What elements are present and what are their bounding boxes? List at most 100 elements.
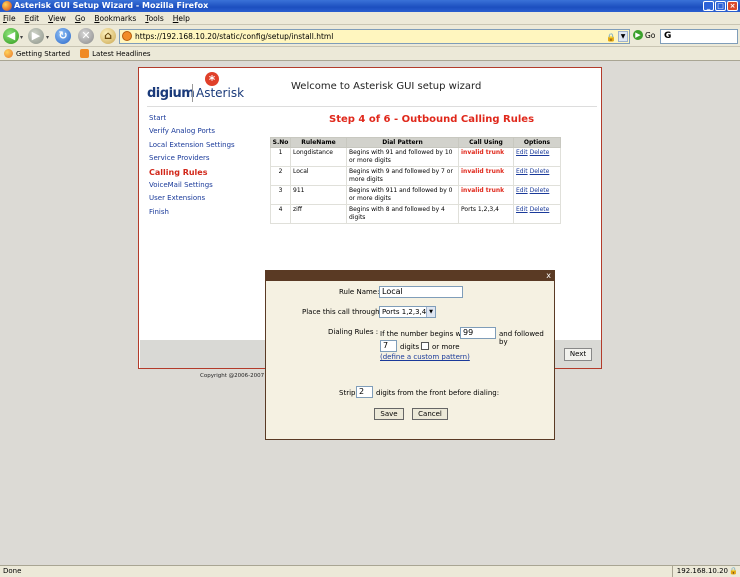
menu-help[interactable]: Help	[173, 14, 190, 23]
chevron-down-icon: ▼	[426, 307, 435, 317]
strip-digits-input[interactable]: 2	[356, 386, 373, 398]
forward-dropdown-icon[interactable]: ▾	[46, 34, 49, 41]
home-icon[interactable]: ⌂	[100, 28, 116, 44]
cell-rule-name: Longdistance	[290, 147, 347, 167]
navigation-toolbar: ◀ ▾ ▶ ▾ ↻ ✕ ⌂ https://192.168.10.20/stat…	[0, 25, 740, 47]
define-custom-pattern-link[interactable]: (define a custom pattern)	[380, 353, 470, 361]
reload-icon[interactable]: ↻	[55, 28, 71, 44]
cancel-button[interactable]: Cancel	[412, 408, 448, 420]
cell-call-using: invalid trunk	[458, 166, 514, 186]
table-row: 3 911 Begins with 911 and followed by 0 …	[270, 185, 561, 205]
cell-dial-pattern: Begins with 9 and followed by 7 or more …	[346, 166, 459, 186]
logo-separator	[192, 84, 193, 102]
rss-feed-icon	[80, 49, 90, 58]
search-input[interactable]: G	[660, 29, 738, 44]
menu-tools[interactable]: Tools	[145, 14, 163, 23]
url-text: https://192.168.10.20/static/config/setu…	[135, 32, 334, 41]
column-header: Dial Pattern	[346, 137, 459, 148]
header-divider	[147, 106, 597, 107]
cell-call-using: invalid trunk	[458, 185, 514, 205]
step-calling-rules[interactable]: Calling Rules	[149, 168, 269, 181]
go-arrow-icon: ▶	[633, 30, 643, 40]
window-title: Asterisk GUI Setup Wizard - Mozilla Fire…	[14, 1, 209, 10]
cell-call-using: invalid trunk	[458, 147, 514, 167]
bookmarks-toolbar: Getting Started Latest Headlines	[0, 47, 740, 61]
menu-edit[interactable]: Edit	[25, 14, 40, 23]
cell-options: Edit Delete	[513, 185, 561, 205]
bookmark-getting-started[interactable]: Getting Started	[4, 49, 70, 58]
dialog-close-button[interactable]: x	[546, 271, 551, 281]
logo-asterisk-text: Asterisk	[196, 86, 245, 100]
step-local-extension-settings[interactable]: Local Extension Settings	[149, 141, 269, 154]
digits-text: digits	[400, 343, 420, 351]
edit-link[interactable]: Edit	[516, 149, 528, 156]
digits-count-input[interactable]: 7	[380, 340, 397, 352]
edit-link[interactable]: Edit	[516, 168, 528, 175]
begins-with-input[interactable]: 99	[460, 327, 496, 339]
delete-link[interactable]: Delete	[530, 187, 550, 194]
dialing-rules-label: Dialing Rules :	[328, 328, 379, 336]
or-more-checkbox[interactable]	[421, 342, 429, 350]
cell-options: Edit Delete	[513, 147, 561, 167]
cell-dial-pattern: Begins with 8 and followed by 4 digits	[346, 204, 459, 224]
cell-sno: 2	[270, 166, 291, 186]
cell-options: Edit Delete	[513, 204, 561, 224]
place-call-select[interactable]: Ports 1,2,3,4 ▼	[379, 306, 436, 318]
cell-options: Edit Delete	[513, 166, 561, 186]
firefox-icon	[2, 1, 12, 11]
rule-name-input[interactable]: Local	[379, 286, 463, 298]
step-title: Step 4 of 6 - Outbound Calling Rules	[329, 114, 535, 125]
menu-go[interactable]: Go	[75, 14, 85, 23]
menu-view[interactable]: View	[48, 14, 66, 23]
step-service-providers[interactable]: Service Providers	[149, 154, 269, 167]
cell-dial-pattern: Begins with 911 and followed by 0 or mor…	[346, 185, 459, 205]
next-button[interactable]: Next	[564, 348, 592, 361]
url-bar[interactable]: https://192.168.10.20/static/config/setu…	[119, 29, 630, 44]
window-titlebar: Asterisk GUI Setup Wizard - Mozilla Fire…	[0, 0, 740, 12]
strip-text: digits from the front before dialing:	[376, 389, 500, 397]
stop-icon[interactable]: ✕	[78, 28, 94, 44]
menu-bookmarks[interactable]: Bookmarks	[94, 14, 136, 23]
step-start[interactable]: Start	[149, 114, 269, 127]
back-dropdown-icon[interactable]: ▾	[20, 34, 23, 41]
edit-link[interactable]: Edit	[516, 206, 528, 213]
column-header: Call Using	[458, 137, 514, 148]
url-dropdown-icon[interactable]: ▼	[618, 31, 628, 42]
status-host: 192.168.10.20	[671, 566, 728, 577]
maximize-button[interactable]: □	[715, 1, 726, 11]
begins-with-text: If the number begins with	[380, 330, 471, 338]
table-row: 1 Longdistance Begins with 91 and follow…	[270, 147, 561, 167]
go-button[interactable]: ▶ Go	[633, 30, 655, 40]
cell-sno: 4	[270, 204, 291, 224]
go-label: Go	[645, 30, 656, 40]
bookmark-latest-headlines[interactable]: Latest Headlines	[80, 49, 151, 58]
table-header-row: S.No RuleName Dial Pattern Call Using Op…	[270, 137, 561, 148]
cell-dial-pattern: Begins with 91 and followed by 10 or mor…	[346, 147, 459, 167]
edit-link[interactable]: Edit	[516, 187, 528, 194]
bookmark-label: Latest Headlines	[92, 49, 151, 58]
step-voicemail-settings[interactable]: VoiceMail Settings	[149, 181, 269, 194]
padlock-icon[interactable]: 🔒	[606, 31, 616, 44]
minimize-button[interactable]: _	[703, 1, 714, 11]
step-finish[interactable]: Finish	[149, 208, 269, 221]
cell-rule-name: 911	[290, 185, 347, 205]
back-arrow-icon[interactable]: ◀	[3, 28, 19, 44]
cell-sno: 3	[270, 185, 291, 205]
close-window-button[interactable]: ×	[727, 1, 738, 11]
strip-label: Strip	[339, 389, 356, 397]
status-text: Done	[3, 567, 22, 575]
step-verify-analog-ports[interactable]: Verify Analog Ports	[149, 127, 269, 140]
delete-link[interactable]: Delete	[530, 168, 550, 175]
menu-file[interactable]: File	[3, 14, 16, 23]
firefox-bookmark-icon	[4, 49, 13, 58]
delete-link[interactable]: Delete	[530, 206, 550, 213]
forward-arrow-icon[interactable]: ▶	[28, 28, 44, 44]
secure-lock-icon[interactable]: 🔒	[729, 566, 738, 577]
delete-link[interactable]: Delete	[530, 149, 550, 156]
save-button[interactable]: Save	[374, 408, 404, 420]
step-user-extensions[interactable]: User Extensions	[149, 194, 269, 207]
calling-rule-dialog: x Rule Name: Local Place this call throu…	[265, 270, 555, 440]
bookmark-label: Getting Started	[16, 49, 71, 58]
site-favicon-icon	[122, 31, 132, 41]
table-row: 4 ziff Begins with 8 and followed by 4 d…	[270, 204, 561, 224]
